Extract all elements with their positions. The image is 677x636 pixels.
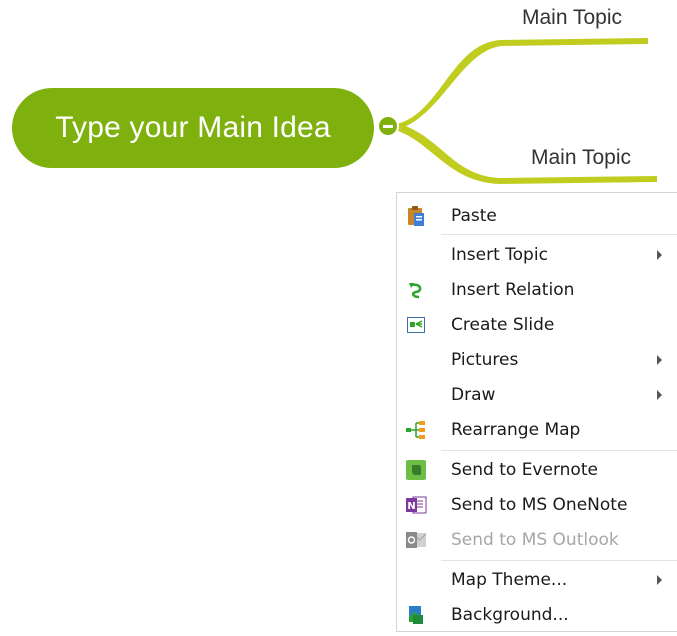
evernote-icon	[405, 459, 427, 481]
paste-icon	[405, 205, 427, 227]
menu-label: Pictures	[451, 350, 519, 370]
submenu-arrow-icon	[657, 390, 662, 400]
context-menu: Paste Insert Topic Insert Relation Creat…	[396, 192, 677, 632]
main-topic-1[interactable]: Main Topic	[522, 6, 622, 30]
menu-item-map-theme[interactable]: Map Theme...	[397, 562, 677, 597]
menu-label: Insert Relation	[451, 280, 575, 300]
menu-item-send-to-onenote[interactable]: N Send to MS OneNote	[397, 487, 677, 522]
main-idea-node[interactable]: Type your Main Idea	[12, 88, 374, 168]
menu-label: Draw	[451, 385, 496, 405]
menu-item-draw[interactable]: Draw	[397, 377, 677, 412]
menu-label: Send to MS Outlook	[451, 530, 619, 550]
menu-label: Background...	[451, 605, 569, 625]
menu-label: Rearrange Map	[451, 420, 581, 440]
menu-label: Send to Evernote	[451, 460, 598, 480]
menu-separator	[441, 560, 677, 561]
menu-label: Paste	[451, 206, 497, 226]
onenote-icon: N	[405, 494, 427, 516]
menu-label: Send to MS OneNote	[451, 495, 628, 515]
menu-item-create-slide[interactable]: Create Slide	[397, 307, 677, 342]
rearrange-map-icon	[405, 419, 427, 441]
outlook-icon	[405, 529, 427, 551]
menu-item-insert-topic[interactable]: Insert Topic	[397, 237, 677, 272]
slide-icon	[405, 314, 427, 336]
submenu-arrow-icon	[657, 575, 662, 585]
submenu-arrow-icon	[657, 250, 662, 260]
relation-icon	[405, 279, 427, 301]
menu-item-insert-relation[interactable]: Insert Relation	[397, 272, 677, 307]
branch-topic-1	[392, 38, 648, 131]
background-icon	[405, 604, 427, 626]
svg-text:N: N	[407, 501, 415, 512]
menu-label: Create Slide	[451, 315, 555, 335]
menu-item-send-to-outlook[interactable]: Send to MS Outlook	[397, 522, 677, 557]
collapse-branch-button[interactable]	[377, 115, 399, 137]
menu-item-rearrange-map[interactable]: Rearrange Map	[397, 412, 677, 447]
menu-item-background[interactable]: Background...	[397, 597, 677, 632]
menu-label: Insert Topic	[451, 245, 548, 265]
menu-label: Map Theme...	[451, 570, 568, 590]
main-topic-2[interactable]: Main Topic	[531, 146, 631, 170]
menu-separator	[441, 234, 677, 235]
menu-item-send-to-evernote[interactable]: Send to Evernote	[397, 452, 677, 487]
menu-item-pictures[interactable]: Pictures	[397, 342, 677, 377]
menu-separator	[441, 450, 677, 451]
submenu-arrow-icon	[657, 355, 662, 365]
menu-item-paste[interactable]: Paste	[397, 198, 677, 233]
